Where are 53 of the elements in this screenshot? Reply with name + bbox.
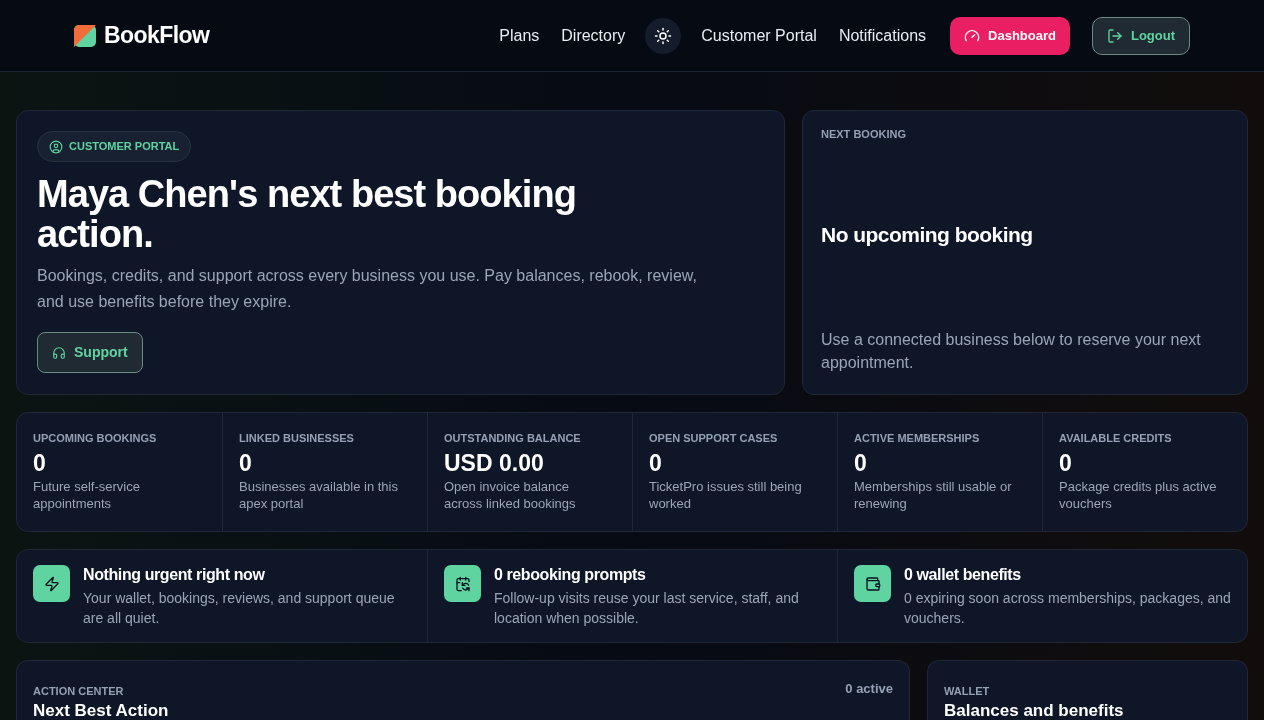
section-label: ACTION CENTER xyxy=(33,684,125,699)
active-count: 0 active xyxy=(845,680,893,698)
theme-toggle-button[interactable] xyxy=(645,17,682,54)
stat-note: Businesses available in this apex portal xyxy=(239,477,399,512)
card-title: No upcoming booking xyxy=(821,221,1034,248)
stat-note: Open invoice balance across linked bookings xyxy=(444,477,577,512)
alert-title: 0 rebooking prompts xyxy=(494,565,647,585)
wallet-icon xyxy=(864,575,881,592)
stat-note: Package credits plus active vouchers xyxy=(1059,477,1218,512)
nav-link[interactable]: Customer Portal xyxy=(701,23,817,48)
nav-link[interactable]: Plans xyxy=(499,23,540,48)
hero-description: Bookings, credits, and support across every business you use. Pay balances, rebook, review, and use benefits before they expire. xyxy=(37,266,698,312)
alert-description: Follow-up visits reuse your last service, staff, and location when possible. xyxy=(494,589,800,628)
logo-icon xyxy=(74,24,96,47)
calendar-icon xyxy=(454,575,471,592)
alert-title: Nothing urgent right now xyxy=(83,565,266,585)
stat-note: TicketPro issues still being worked xyxy=(649,477,803,512)
stat-value: 0 xyxy=(649,448,663,478)
dashboard-button[interactable]: Dashboard xyxy=(950,16,1070,55)
stat-label: LINKED BUSINESSES xyxy=(239,431,355,446)
stat-note: Future self-service appointments xyxy=(33,477,141,512)
headset-icon xyxy=(52,345,66,360)
card-title: Balances and benefits xyxy=(944,700,1125,720)
section-label: WALLET xyxy=(944,684,991,699)
nav-link[interactable]: Directory xyxy=(561,23,626,48)
user-icon xyxy=(49,139,63,154)
stat-label: AVAILABLE CREDITS xyxy=(1059,431,1173,446)
sun-icon xyxy=(654,26,673,45)
card-description: Use a connected business below to reserve your next appointment. xyxy=(821,330,1202,373)
stat-label: OUTSTANDING BALANCE xyxy=(444,431,582,446)
logout-icon xyxy=(1106,27,1123,44)
gauge-icon xyxy=(964,27,981,44)
stat-value: 0 xyxy=(1059,448,1073,478)
hero-title: Maya Chen's next best booking action. xyxy=(37,174,577,254)
stat-value: USD 0.00 xyxy=(444,448,545,478)
nav-link[interactable]: Notifications xyxy=(838,23,927,48)
stat-label: OPEN SUPPORT CASES xyxy=(649,431,779,446)
stat-value: 0 xyxy=(854,448,868,478)
logout-button[interactable]: Logout xyxy=(1091,16,1190,55)
portal-badge: CUSTOMER PORTAL xyxy=(37,131,192,162)
alert-description: Your wallet, bookings, reviews, and support queue are all quiet. xyxy=(83,589,396,628)
stat-label: UPCOMING BOOKINGS xyxy=(33,431,158,446)
brand-name: BookFlow xyxy=(104,21,210,51)
alert-title: 0 wallet benefits xyxy=(904,565,1022,585)
stat-value: 0 xyxy=(33,448,47,478)
stat-note: Memberships still usable or renewing xyxy=(854,477,1013,512)
stat-value: 0 xyxy=(239,448,253,478)
card-title: Next Best Action xyxy=(33,700,169,720)
alert-description: 0 expiring soon across memberships, packages, and vouchers. xyxy=(904,589,1231,628)
lightning-icon xyxy=(43,575,60,592)
support-button[interactable]: Support xyxy=(37,332,143,373)
section-label: NEXT BOOKING xyxy=(821,127,907,142)
stat-label: ACTIVE MEMBERSHIPS xyxy=(854,431,981,446)
